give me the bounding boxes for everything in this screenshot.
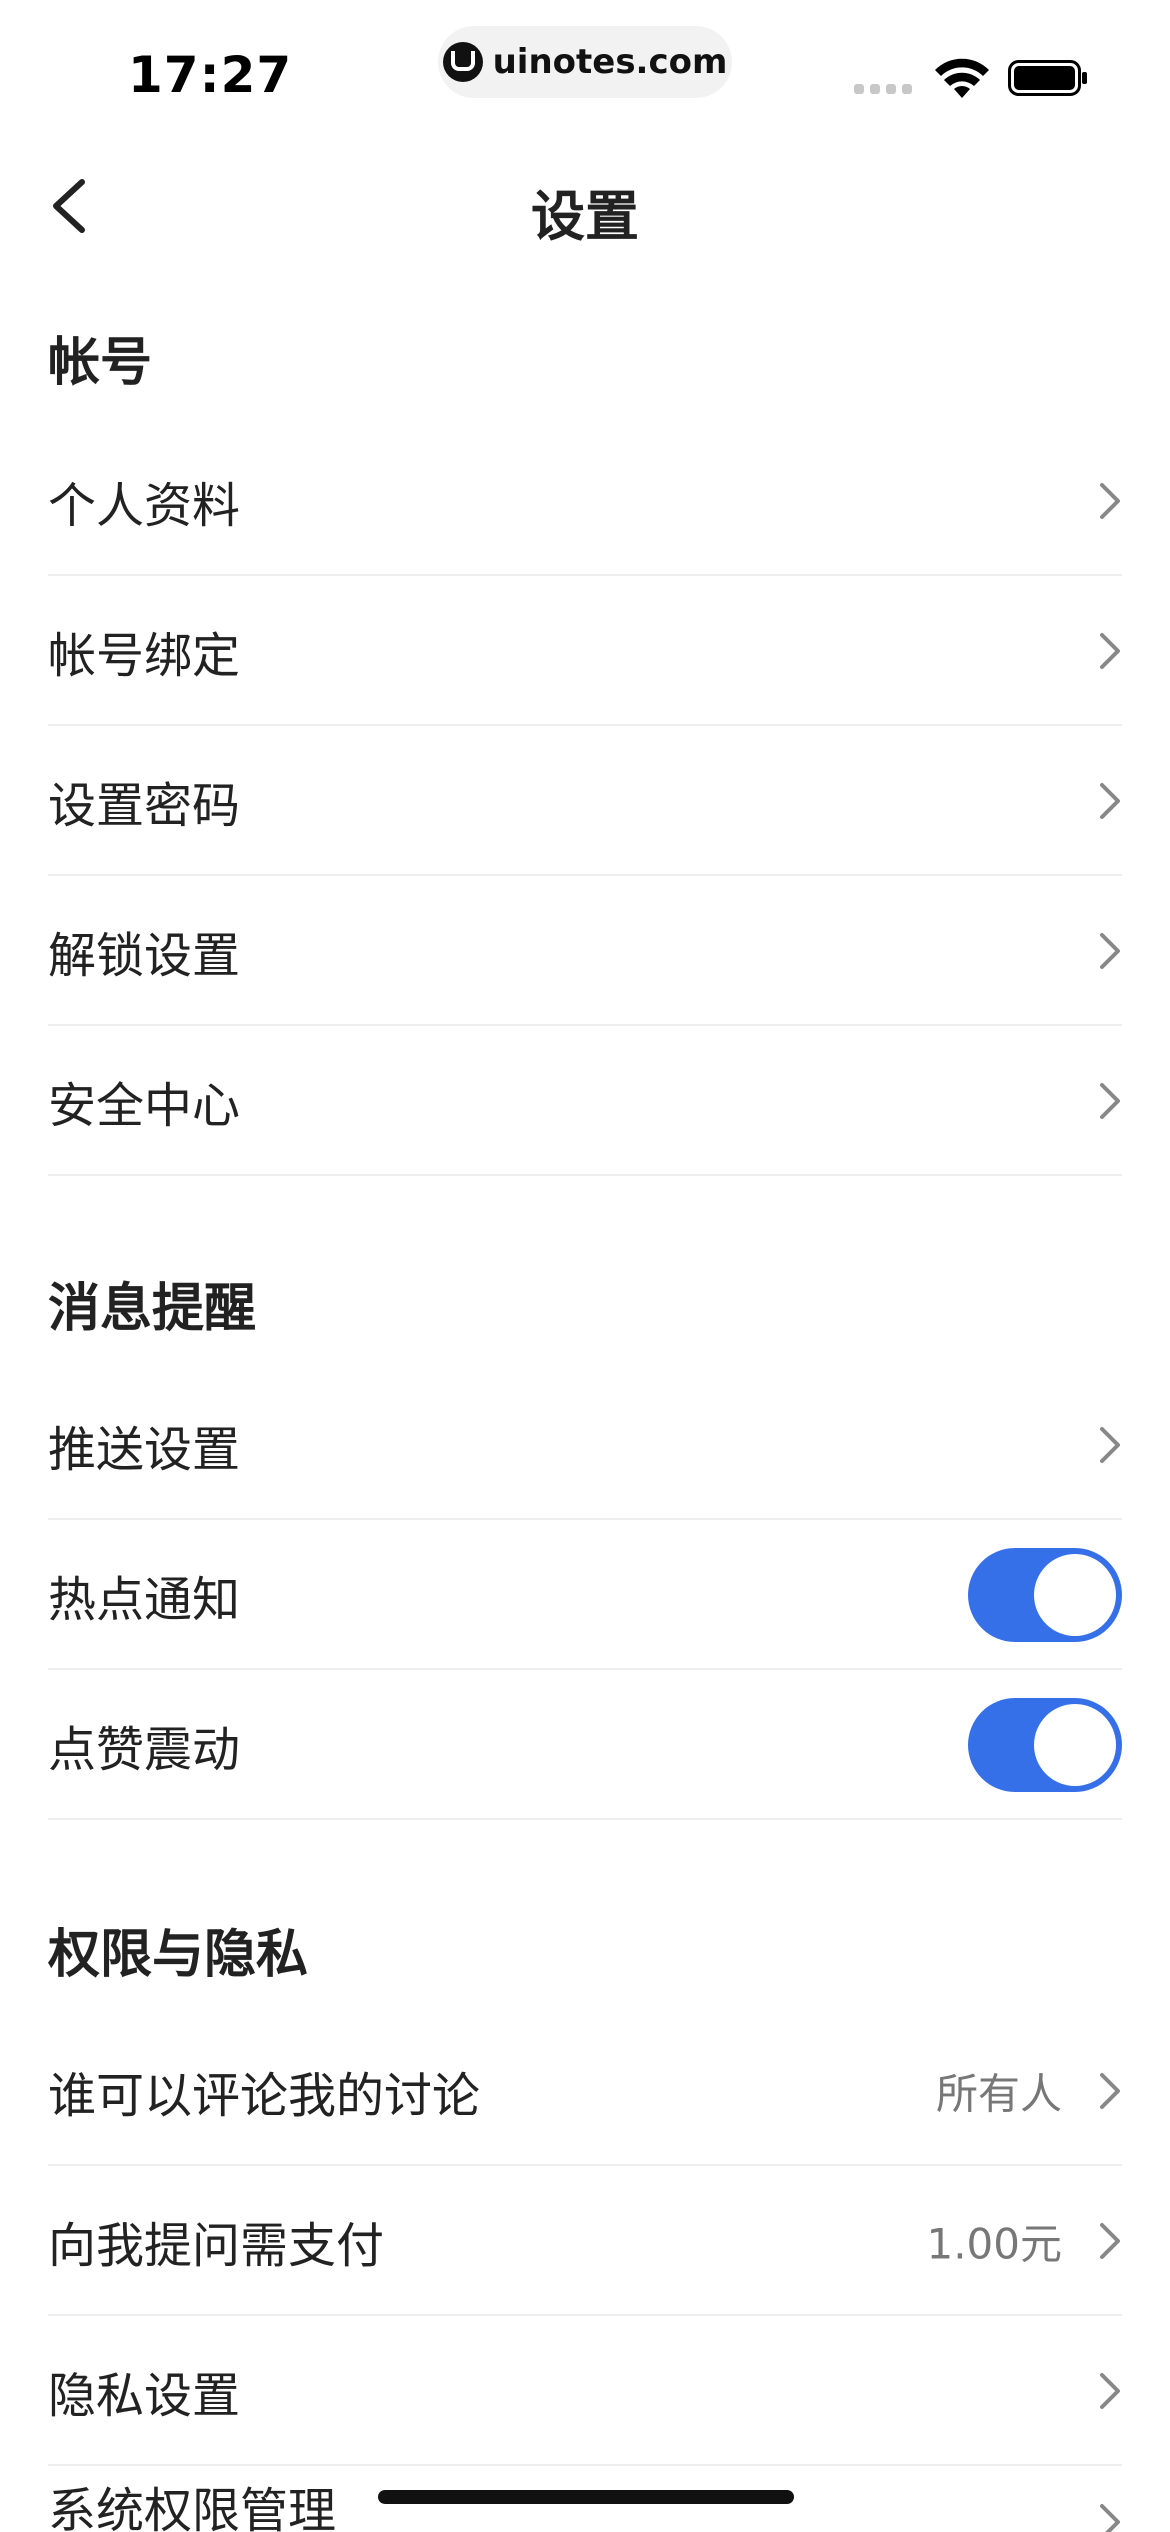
settings-row-push[interactable]: 推送设置 (48, 1370, 1122, 1520)
row-label: 帐号绑定 (48, 628, 241, 684)
chevron-right-icon (1100, 933, 1120, 969)
page-title: 设置 (531, 185, 639, 248)
row-label: 系统权限管理 (48, 2483, 337, 2532)
chevron-right-icon (1100, 633, 1120, 669)
hot-notify-toggle[interactable] (968, 1548, 1122, 1642)
toggle-knob (1034, 1554, 1116, 1636)
chevron-right-icon (1100, 783, 1120, 819)
settings-row-profile[interactable]: 个人资料 (48, 426, 1122, 576)
home-indicator (378, 2490, 794, 2504)
row-label: 个人资料 (48, 478, 241, 534)
status-time: 17:27 (128, 46, 293, 104)
section-title-notifications: 消息提醒 (48, 1279, 257, 1339)
row-value: 所有人 (935, 2069, 1062, 2119)
chevron-right-icon (1100, 2373, 1120, 2409)
wifi-icon (935, 58, 989, 98)
row-label: 安全中心 (48, 1078, 241, 1134)
chevron-right-icon (1100, 2504, 1120, 2532)
row-label: 谁可以评论我的讨论 (48, 2068, 481, 2124)
settings-row-who-can-comment[interactable]: 谁可以评论我的讨论 所有人 (48, 2016, 1122, 2166)
settings-row-question-fee[interactable]: 向我提问需支付 1.00元 (48, 2166, 1122, 2316)
chevron-right-icon (1100, 1083, 1120, 1119)
url-text: uinotes.com (492, 42, 728, 82)
settings-row-account-binding[interactable]: 帐号绑定 (48, 576, 1122, 726)
settings-row-unlock[interactable]: 解锁设置 (48, 876, 1122, 1026)
site-logo-icon (442, 42, 483, 82)
section-title-account: 帐号 (48, 333, 153, 393)
cellular-signal-icon (854, 84, 912, 94)
settings-row-privacy[interactable]: 隐私设置 (48, 2316, 1122, 2466)
chevron-right-icon (1100, 483, 1120, 519)
row-label: 向我提问需支付 (48, 2218, 385, 2274)
settings-row-security-center[interactable]: 安全中心 (48, 1026, 1122, 1176)
chevron-right-icon (1100, 1427, 1120, 1463)
settings-row-set-password[interactable]: 设置密码 (48, 726, 1122, 876)
nav-bar: 设置 (0, 140, 1170, 270)
chevron-right-icon (1100, 2073, 1120, 2109)
row-value: 1.00元 (926, 2219, 1062, 2269)
divider (48, 1174, 1122, 1176)
row-label: 热点通知 (48, 1572, 241, 1628)
battery-icon (1008, 60, 1087, 96)
row-label: 设置密码 (48, 778, 241, 834)
like-vibrate-toggle[interactable] (968, 1698, 1122, 1792)
settings-row-like-vibrate: 点赞震动 (48, 1670, 1122, 1820)
section-title-privacy: 权限与隐私 (48, 1925, 309, 1985)
toggle-knob (1034, 1704, 1116, 1786)
settings-row-hot-notify: 热点通知 (48, 1520, 1122, 1670)
chevron-right-icon (1100, 2223, 1120, 2259)
row-label: 点赞震动 (48, 1722, 241, 1778)
url-pill[interactable]: uinotes.com (438, 26, 732, 98)
status-bar: 17:27 uinotes.com (0, 0, 1170, 140)
divider (48, 1818, 1122, 1820)
row-label: 推送设置 (48, 1422, 241, 1478)
row-label: 解锁设置 (48, 928, 241, 984)
row-label: 隐私设置 (48, 2368, 241, 2424)
